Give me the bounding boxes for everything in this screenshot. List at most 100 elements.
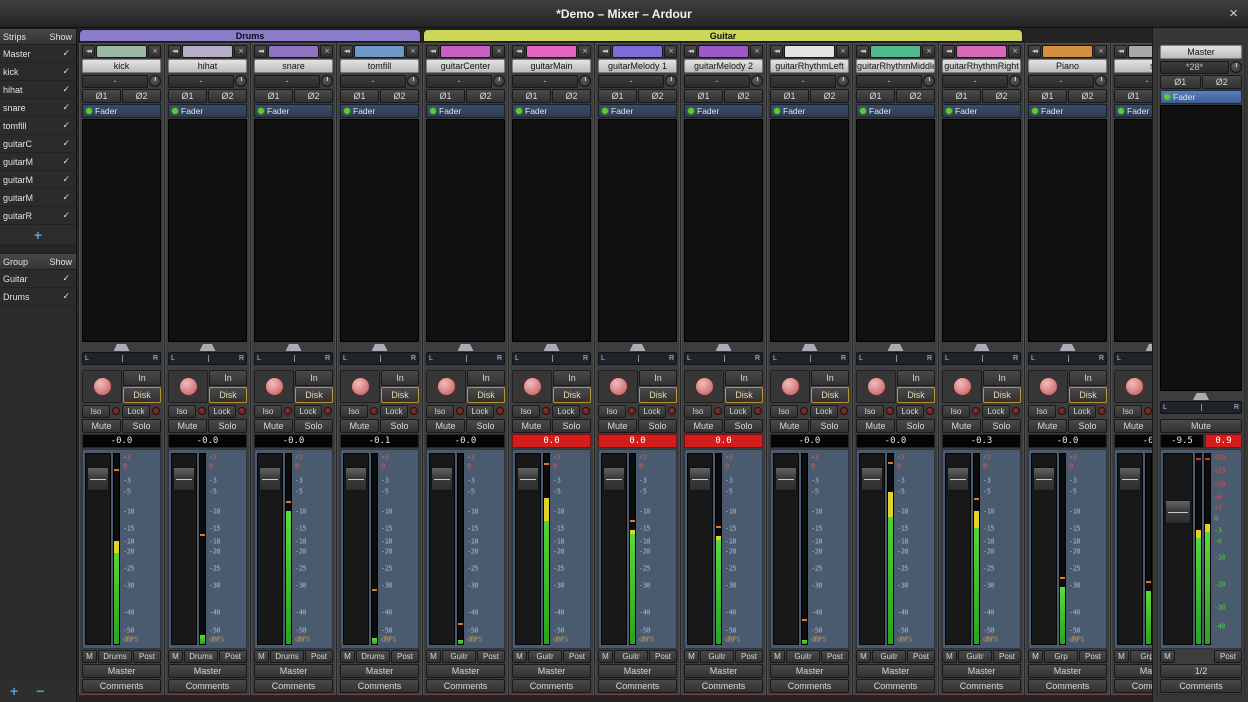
gain-fader-handle[interactable] xyxy=(517,467,539,491)
gain-display[interactable]: -0.0 xyxy=(1114,434,1152,448)
group-button[interactable]: Guitr xyxy=(442,650,476,663)
monitor-disk-button[interactable]: Disk xyxy=(467,387,505,403)
visibility-check[interactable]: ✓ xyxy=(62,49,76,59)
fader-processor[interactable]: Fader xyxy=(856,104,935,118)
gain-display[interactable]: -0.0 xyxy=(82,434,161,448)
output-button[interactable]: Master xyxy=(770,664,849,678)
metering-button[interactable]: M xyxy=(942,650,957,663)
fader-processor[interactable]: Fader xyxy=(1114,104,1152,118)
record-arm-button[interactable] xyxy=(953,377,972,396)
output-button[interactable]: Master xyxy=(254,664,333,678)
solo-lock-button[interactable]: Lock xyxy=(466,405,494,418)
solo-isolate-button[interactable]: Iso xyxy=(426,405,454,418)
group-button[interactable]: Guitr xyxy=(958,650,992,663)
gain-fader-handle[interactable] xyxy=(1165,500,1191,524)
gain-fader-handle[interactable] xyxy=(947,467,969,491)
solo-button[interactable]: Solo xyxy=(896,419,935,433)
pan-handle[interactable] xyxy=(974,344,990,351)
trim-knob[interactable] xyxy=(751,75,763,87)
pan-bar[interactable]: LR xyxy=(1028,352,1107,365)
processor-active-led[interactable] xyxy=(774,108,780,114)
fader-processor[interactable]: Fader xyxy=(254,104,333,118)
pan-handle[interactable] xyxy=(286,344,302,351)
meter-point-button[interactable]: Post xyxy=(133,650,161,663)
pan-widget[interactable]: LR xyxy=(856,343,935,369)
visibility-check[interactable]: ✓ xyxy=(62,67,76,77)
monitor-input-button[interactable]: In xyxy=(811,370,849,386)
strip-list-row[interactable]: guitarM✓ xyxy=(0,153,76,171)
pan-bar[interactable]: LR xyxy=(942,352,1021,365)
trim-knob[interactable] xyxy=(923,75,935,87)
meter-point-button[interactable]: Post xyxy=(735,650,763,663)
pan-widget[interactable]: LR xyxy=(512,343,591,369)
scroll-to-track-icon[interactable]: ◂◂ xyxy=(1114,45,1127,58)
trim-knob[interactable] xyxy=(149,75,161,87)
trim-dropdown[interactable]: - xyxy=(684,75,750,88)
gain-fader-handle[interactable] xyxy=(861,467,883,491)
group-button[interactable]: Grp xyxy=(1130,650,1152,663)
record-arm-button[interactable] xyxy=(523,377,542,396)
strip-list-row[interactable]: kick✓ xyxy=(0,63,76,81)
phase1-button[interactable]: Ø1 xyxy=(856,89,895,103)
gain-fader[interactable] xyxy=(1117,453,1143,645)
mute-button[interactable]: Mute xyxy=(684,419,723,433)
pan-handle[interactable] xyxy=(372,344,388,351)
phase1-button[interactable]: Ø1 xyxy=(1114,89,1152,103)
monitor-disk-button[interactable]: Disk xyxy=(897,387,935,403)
window-close-button[interactable]: × xyxy=(1229,5,1238,22)
scroll-to-track-icon[interactable]: ◂◂ xyxy=(512,45,525,58)
processor-active-led[interactable] xyxy=(516,108,522,114)
track-color-swatch[interactable] xyxy=(1128,45,1152,58)
output-button[interactable]: Master xyxy=(1114,664,1152,678)
output-button[interactable]: Master xyxy=(512,664,591,678)
record-arm-button[interactable] xyxy=(609,377,628,396)
output-button[interactable]: Master xyxy=(684,664,763,678)
trim-dropdown[interactable]: - xyxy=(82,75,148,88)
monitor-disk-button[interactable]: Disk xyxy=(381,387,419,403)
gain-display[interactable]: -0.3 xyxy=(942,434,1021,448)
processor-active-led[interactable] xyxy=(1164,94,1170,100)
track-color-swatch[interactable] xyxy=(268,45,319,58)
track-color-swatch[interactable] xyxy=(526,45,577,58)
pan-handle[interactable] xyxy=(630,344,646,351)
record-arm-button[interactable] xyxy=(265,377,284,396)
scroll-to-track-icon[interactable]: ◂◂ xyxy=(82,45,95,58)
record-arm-button[interactable] xyxy=(695,377,714,396)
trim-knob[interactable] xyxy=(407,75,419,87)
track-name-button[interactable]: guitarCenter xyxy=(426,59,505,73)
solo-isolate-button[interactable]: Iso xyxy=(856,405,884,418)
monitor-input-button[interactable]: In xyxy=(553,370,591,386)
gain-display[interactable]: 0.0 xyxy=(684,434,763,448)
mute-button[interactable]: Mute xyxy=(512,419,551,433)
monitor-disk-button[interactable]: Disk xyxy=(295,387,333,403)
group-button[interactable]: Drums xyxy=(356,650,390,663)
phase1-button[interactable]: Ø1 xyxy=(684,89,723,103)
meter-point-button[interactable]: Post xyxy=(993,650,1021,663)
fader-processor[interactable]: Fader xyxy=(82,104,161,118)
record-arm-button[interactable] xyxy=(179,377,198,396)
add-group-button[interactable]: + xyxy=(10,683,18,699)
track-name-button[interactable]: guitarMelody 1 xyxy=(598,59,677,73)
pan-widget[interactable]: LR xyxy=(684,343,763,369)
track-name-button[interactable]: tomfill xyxy=(340,59,419,73)
phase2-button[interactable]: Ø2 xyxy=(1068,89,1107,103)
solo-isolate-button[interactable]: Iso xyxy=(82,405,110,418)
mute-button[interactable]: Mute xyxy=(340,419,379,433)
solo-isolate-button[interactable]: Iso xyxy=(512,405,540,418)
record-arm-button[interactable] xyxy=(1039,377,1058,396)
visibility-check[interactable]: ✓ xyxy=(62,292,76,302)
master-fader-processor[interactable]: Fader xyxy=(1160,90,1242,104)
trim-dropdown[interactable]: - xyxy=(512,75,578,88)
gain-display[interactable]: -0.0 xyxy=(770,434,849,448)
visibility-check[interactable]: ✓ xyxy=(62,175,76,185)
track-name-button[interactable]: hihat xyxy=(168,59,247,73)
gain-fader-handle[interactable] xyxy=(689,467,711,491)
scroll-to-track-icon[interactable]: ◂◂ xyxy=(684,45,697,58)
monitor-disk-button[interactable]: Disk xyxy=(983,387,1021,403)
master-name-button[interactable]: Master xyxy=(1160,45,1242,59)
group-button[interactable]: Guitr xyxy=(700,650,734,663)
remove-group-button[interactable]: − xyxy=(36,683,44,699)
processor-box[interactable] xyxy=(684,119,763,342)
gain-fader[interactable] xyxy=(859,453,885,645)
trim-dropdown[interactable]: - xyxy=(856,75,922,88)
